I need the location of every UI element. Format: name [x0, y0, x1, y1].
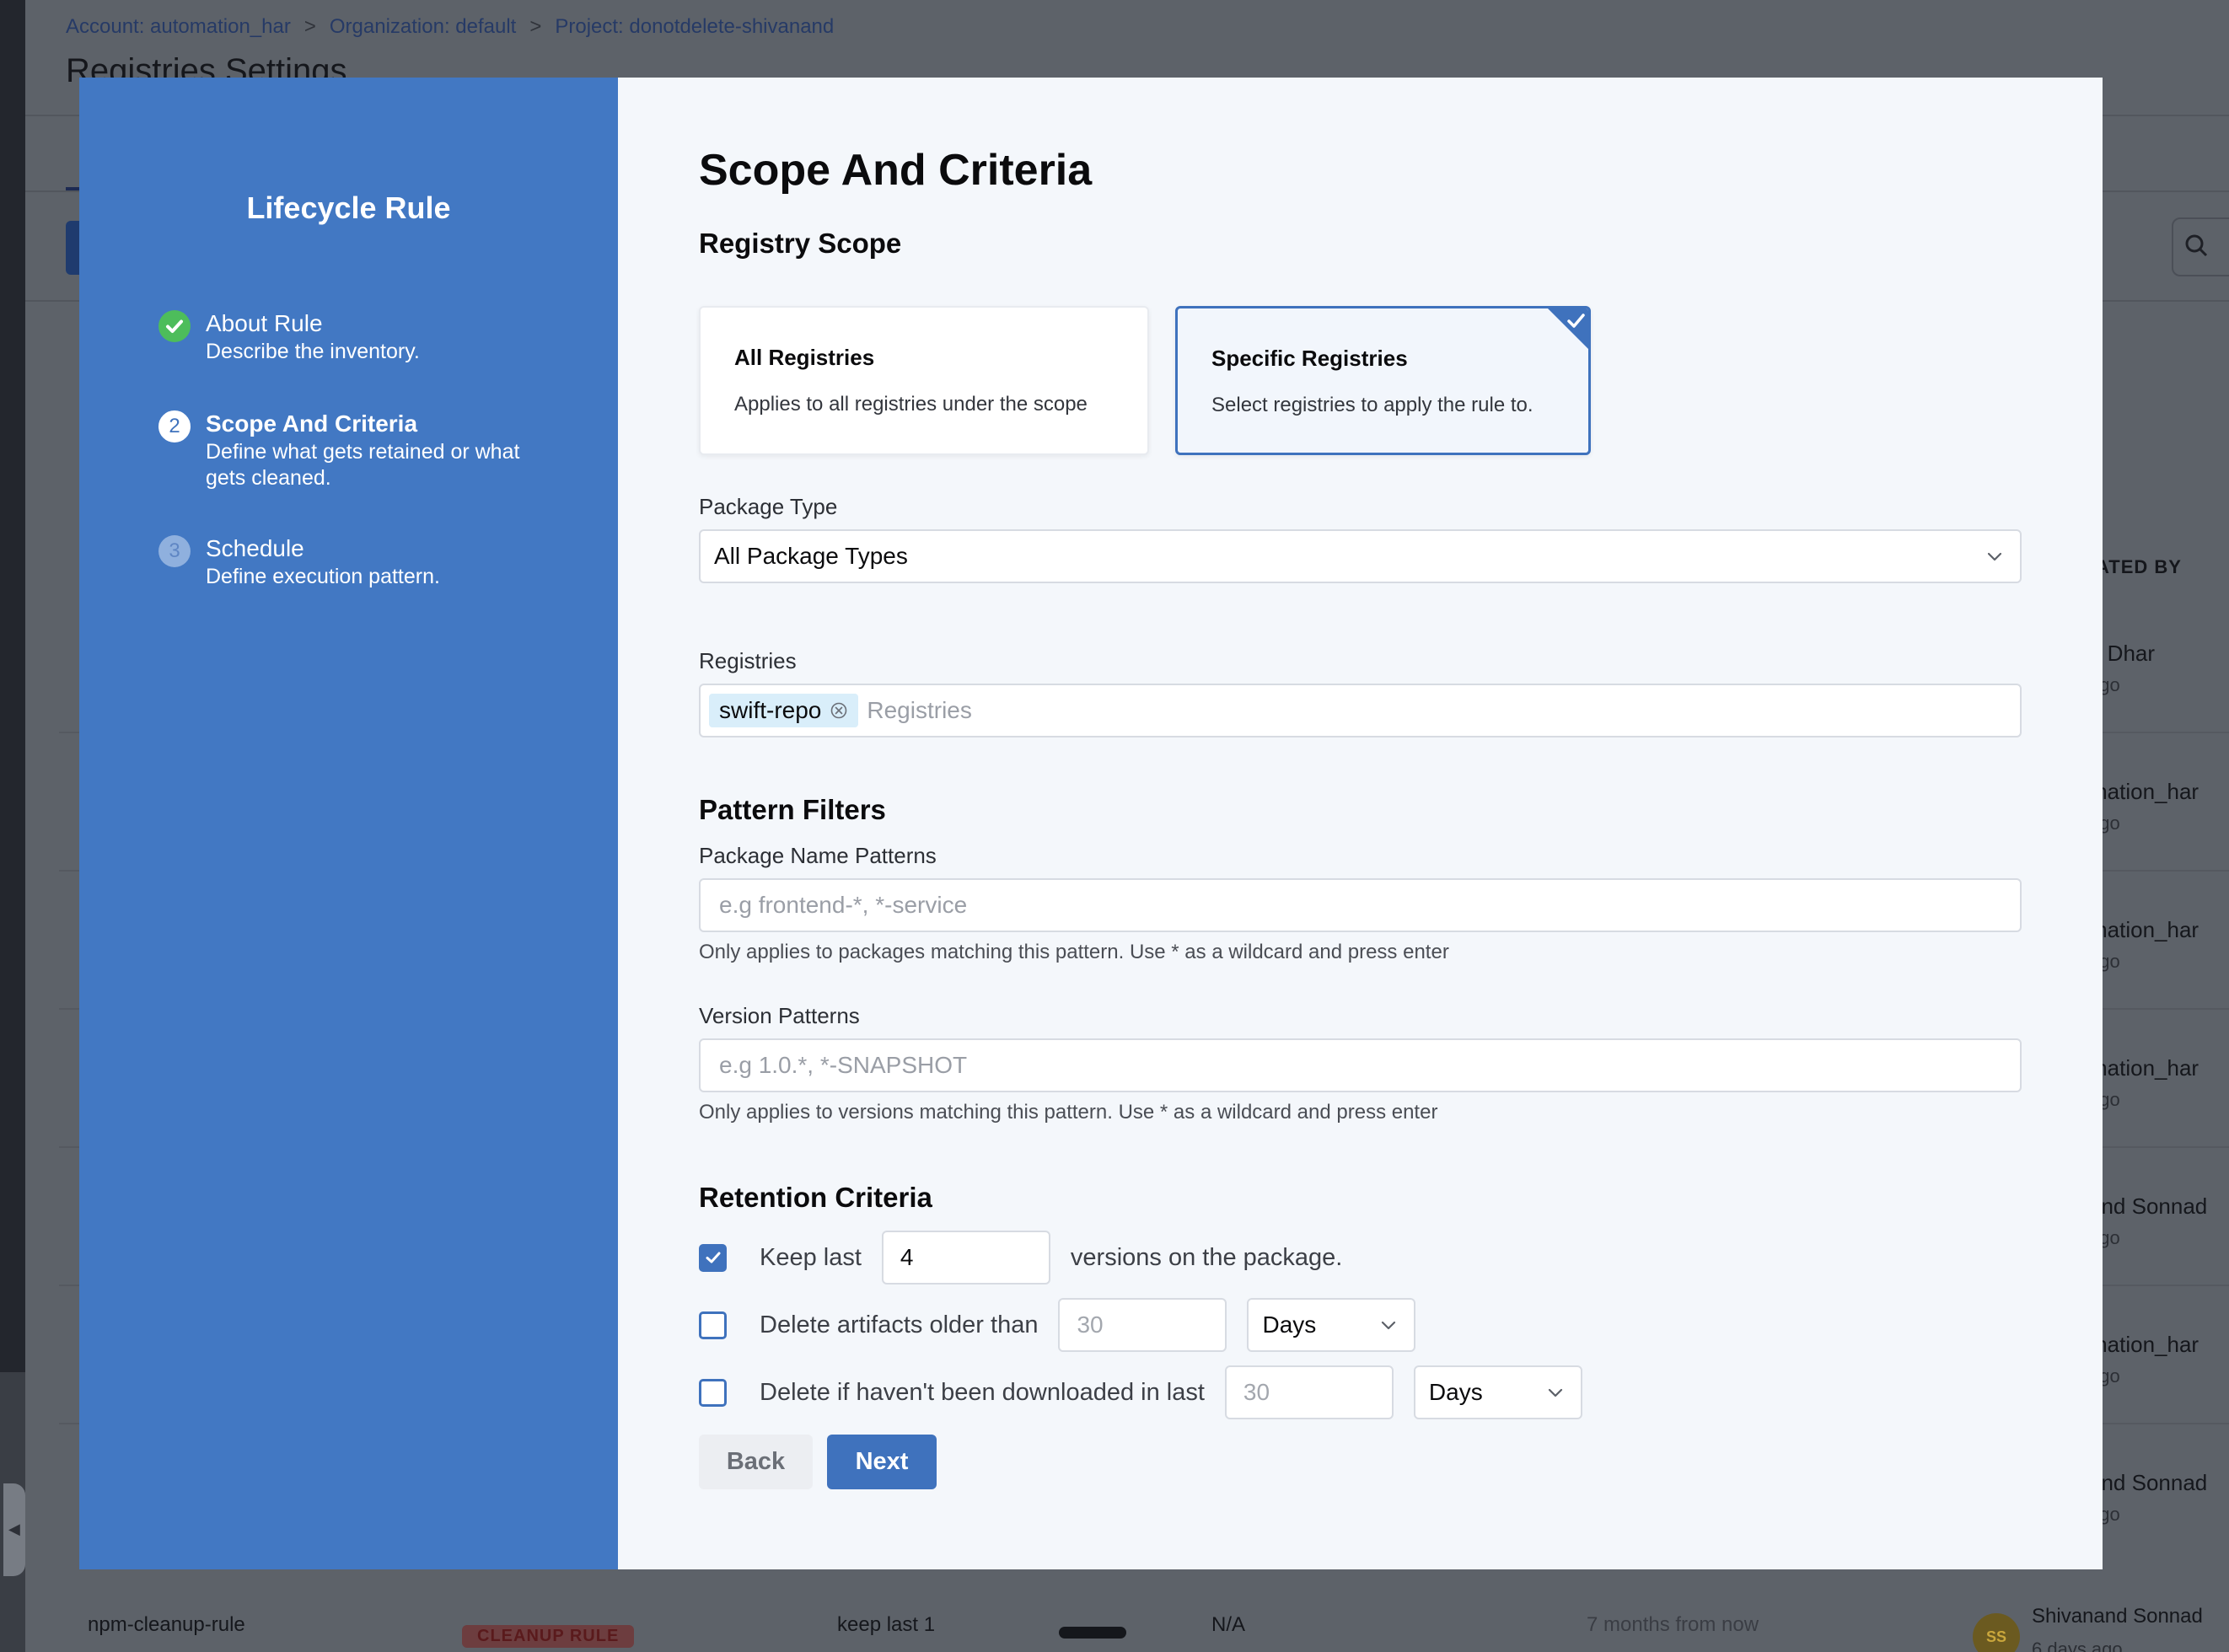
- next-run-cell: 7 months from now: [1587, 1613, 1759, 1636]
- step-number-badge: 3: [158, 535, 191, 567]
- unit-select-value: Days: [1428, 1379, 1483, 1405]
- collapse-arrow-icon: ◀: [8, 1521, 20, 1537]
- registry-chip-label: swift-repo: [719, 697, 822, 723]
- table-cell-created-by: mation_har: [2089, 1332, 2199, 1357]
- scope-option-all-registries[interactable]: All Registries Applies to all registries…: [699, 306, 1149, 455]
- delete-not-downloaded-input[interactable]: 30: [1224, 1365, 1394, 1419]
- step-description: Describe the inventory.: [206, 340, 420, 363]
- wizard-content: Scope And Criteria Registry Scope All Re…: [618, 78, 2103, 1569]
- remove-chip-icon[interactable]: [830, 701, 848, 720]
- package-type-select[interactable]: All Package Types: [699, 529, 2022, 583]
- delete-not-downloaded-label: Delete if haven't been downloaded in las…: [760, 1378, 1205, 1406]
- delete-older-than-checkbox[interactable]: [699, 1311, 727, 1339]
- scope-option-title: Specific Registries: [1211, 346, 1408, 371]
- keep-last-count-input[interactable]: 4: [881, 1231, 1050, 1285]
- version-patterns-label: Version Patterns: [699, 1003, 860, 1028]
- lifecycle-rule-dialog: Lifecycle Rule About Rule Describe the i…: [79, 78, 2103, 1569]
- column-header-created-by: ATED BY: [2096, 556, 2182, 577]
- package-type-label: Package Type: [699, 494, 838, 519]
- step-description: Define execution pattern.: [206, 565, 440, 588]
- scope-option-description: Applies to all registries under the scop…: [734, 393, 1088, 416]
- search-icon: [2185, 234, 2208, 257]
- keep-last-label: Keep last: [760, 1243, 862, 1271]
- criteria-cell: keep last 1: [837, 1613, 936, 1636]
- keep-last-checkbox[interactable]: [699, 1243, 727, 1272]
- version-patterns-input[interactable]: e.g 1.0.*, *-SNAPSHOT: [699, 1038, 2022, 1092]
- schedule-cell: N/A: [1211, 1613, 1246, 1636]
- breadcrumb: Account: automation_har > Organization: …: [66, 15, 834, 39]
- wizard-step-schedule[interactable]: 3 Schedule Define execution pattern.: [158, 534, 543, 590]
- table-cell-created-by: and Sonnad: [2089, 1193, 2208, 1219]
- step-title: Scope And Criteria: [206, 410, 418, 437]
- retention-criteria-heading: Retention Criteria: [699, 1182, 932, 1213]
- package-name-patterns-input[interactable]: e.g frontend-*, *-service: [699, 878, 2022, 932]
- delete-not-downloaded-unit-select[interactable]: Days: [1413, 1365, 1582, 1419]
- avatar: SS: [1973, 1613, 2020, 1652]
- rule-type-badge: CLEANUP RULE: [462, 1625, 635, 1648]
- step-description: Define what gets retained or what gets c…: [206, 440, 520, 490]
- wizard-sidebar: Lifecycle Rule About Rule Describe the i…: [79, 78, 618, 1569]
- breadcrumb-account[interactable]: Account: automation_har: [66, 15, 291, 39]
- table-cell-created-by: mation_har: [2089, 779, 2199, 804]
- rule-enabled-toggle[interactable]: [1059, 1627, 1126, 1639]
- table-cell-created-by: mation_har: [2089, 917, 2199, 942]
- pattern-filters-heading: Pattern Filters: [699, 794, 886, 825]
- registries-placeholder: Registries: [867, 697, 972, 723]
- step-title: Schedule: [206, 535, 304, 561]
- delete-not-downloaded-checkbox[interactable]: [699, 1378, 727, 1407]
- breadcrumb-project[interactable]: Project: donotdelete-shivanand: [555, 15, 834, 39]
- chevron-right-icon: >: [529, 15, 542, 38]
- rule-name-cell[interactable]: npm-cleanup-rule: [88, 1613, 245, 1637]
- chevron-down-icon: [1382, 1321, 1396, 1330]
- registry-chip: swift-repo: [709, 694, 859, 727]
- scope-option-specific-registries[interactable]: Specific Registries Select registries to…: [1175, 306, 1591, 455]
- selected-check-icon: [1548, 308, 1588, 349]
- check-circle-icon: [158, 310, 191, 342]
- registry-scope-heading: Registry Scope: [699, 228, 902, 259]
- unit-select-value: Days: [1262, 1311, 1317, 1338]
- delete-older-than-input[interactable]: 30: [1058, 1298, 1227, 1352]
- version-patterns-placeholder: e.g 1.0.*, *-SNAPSHOT: [719, 1052, 968, 1078]
- table-cell-created-by: and Sonnad: [2089, 1470, 2208, 1495]
- back-button[interactable]: Back: [699, 1435, 813, 1489]
- package-name-patterns-help: Only applies to packages matching this p…: [699, 941, 1449, 963]
- breadcrumb-organization[interactable]: Organization: default: [330, 15, 516, 39]
- registries-label: Registries: [699, 648, 797, 673]
- package-type-value: All Package Types: [714, 543, 908, 569]
- step-title: About Rule: [206, 310, 323, 336]
- wizard-step-scope-and-criteria[interactable]: 2 Scope And Criteria Define what gets re…: [158, 409, 543, 491]
- wizard-title: Lifecycle Rule: [246, 190, 451, 225]
- wizard-step-about-rule[interactable]: About Rule Describe the inventory.: [158, 308, 543, 365]
- delete-older-than-label: Delete artifacts older than: [760, 1311, 1039, 1338]
- keep-last-row: Keep last 4 versions on the package.: [699, 1231, 1342, 1285]
- version-patterns-help: Only applies to versions matching this p…: [699, 1101, 1438, 1124]
- package-name-patterns-placeholder: e.g frontend-*, *-service: [719, 892, 968, 918]
- created-by-cell: Shivanand Sonnad: [2032, 1605, 2203, 1628]
- table-cell-created-by: mation_har: [2089, 1055, 2199, 1081]
- package-name-patterns-label: Package Name Patterns: [699, 843, 937, 868]
- chevron-right-icon: >: [303, 15, 316, 38]
- chevron-down-icon: [1987, 552, 2002, 561]
- next-button[interactable]: Next: [827, 1435, 937, 1489]
- chevron-down-icon: [1548, 1388, 1563, 1397]
- delete-older-than-row: Delete artifacts older than 30 Days: [699, 1298, 1416, 1352]
- scope-option-title: All Registries: [734, 345, 875, 370]
- scope-option-description: Select registries to apply the rule to.: [1211, 394, 1533, 416]
- step-heading: Scope And Criteria: [699, 146, 1093, 195]
- delete-older-than-unit-select[interactable]: Days: [1247, 1298, 1416, 1352]
- registries-multiselect[interactable]: swift-repo Registries: [699, 684, 2022, 738]
- keep-last-suffix: versions on the package.: [1070, 1243, 1343, 1271]
- created-time-cell: 6 days ago: [2032, 1639, 2123, 1652]
- step-number-badge: 2: [158, 410, 191, 442]
- delete-not-downloaded-row: Delete if haven't been downloaded in las…: [699, 1365, 1582, 1419]
